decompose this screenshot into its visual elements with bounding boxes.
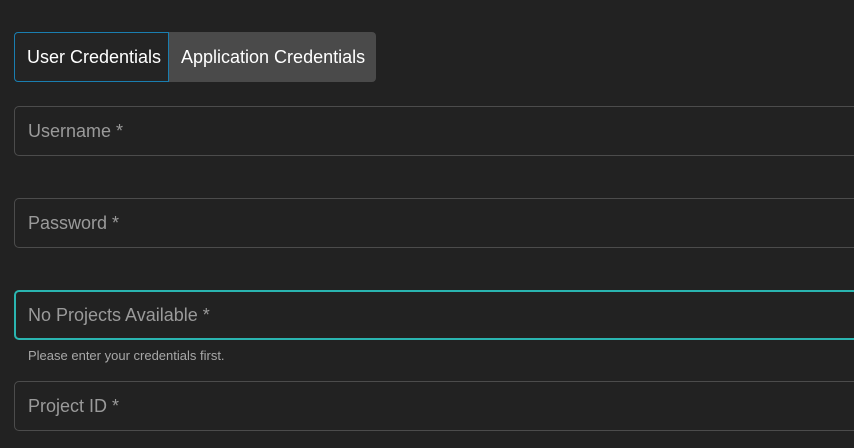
tab-user-credentials[interactable]: User Credentials — [14, 32, 169, 82]
project-id-field[interactable]: Project ID * — [14, 381, 854, 431]
password-label: Password * — [28, 212, 120, 233]
password-field[interactable]: Password * — [14, 198, 854, 248]
project-helper-text: Please enter your credentials first. — [28, 348, 225, 363]
tab-user-credentials-label: User Credentials — [27, 46, 162, 67]
credentials-form: User Credentials Application Credentials… — [0, 0, 854, 448]
tab-application-credentials[interactable]: Application Credentials — [169, 32, 376, 82]
tab-application-credentials-label: Application Credentials — [181, 46, 366, 67]
credential-type-tabs: User Credentials Application Credentials — [14, 32, 376, 82]
project-id-label: Project ID * — [28, 395, 120, 416]
project-select[interactable]: No Projects Available * — [14, 290, 854, 340]
username-field[interactable]: Username * — [14, 106, 854, 156]
project-label: No Projects Available * — [28, 304, 210, 325]
username-label: Username * — [28, 120, 124, 141]
